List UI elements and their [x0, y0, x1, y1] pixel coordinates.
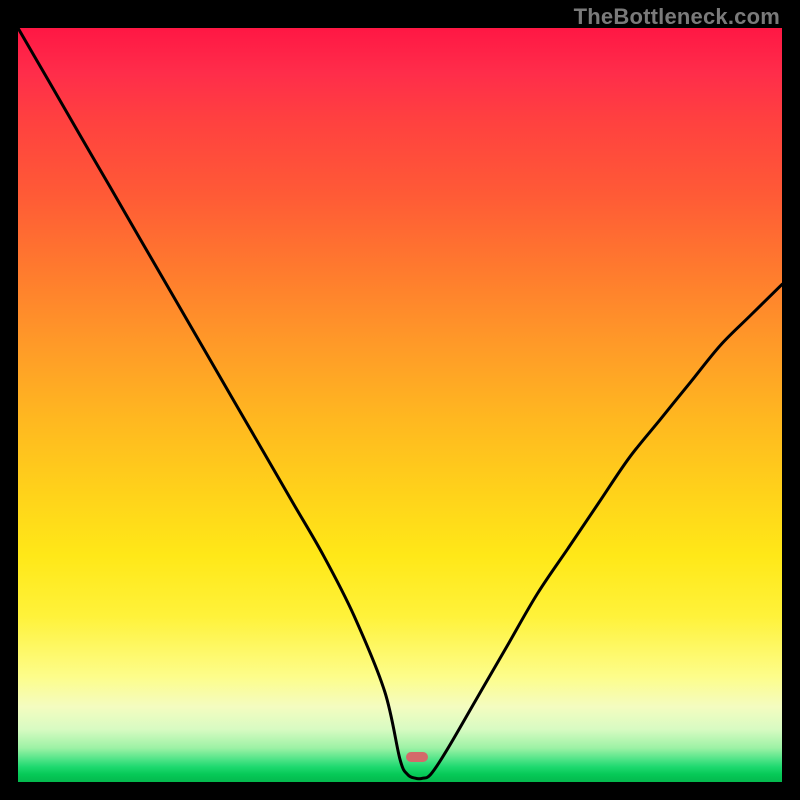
curve-path — [18, 28, 782, 779]
watermark-text: TheBottleneck.com — [574, 4, 780, 30]
plot-area — [18, 28, 782, 782]
chart-frame: TheBottleneck.com — [0, 0, 800, 800]
optimal-marker — [406, 752, 428, 762]
bottleneck-curve — [18, 28, 782, 782]
